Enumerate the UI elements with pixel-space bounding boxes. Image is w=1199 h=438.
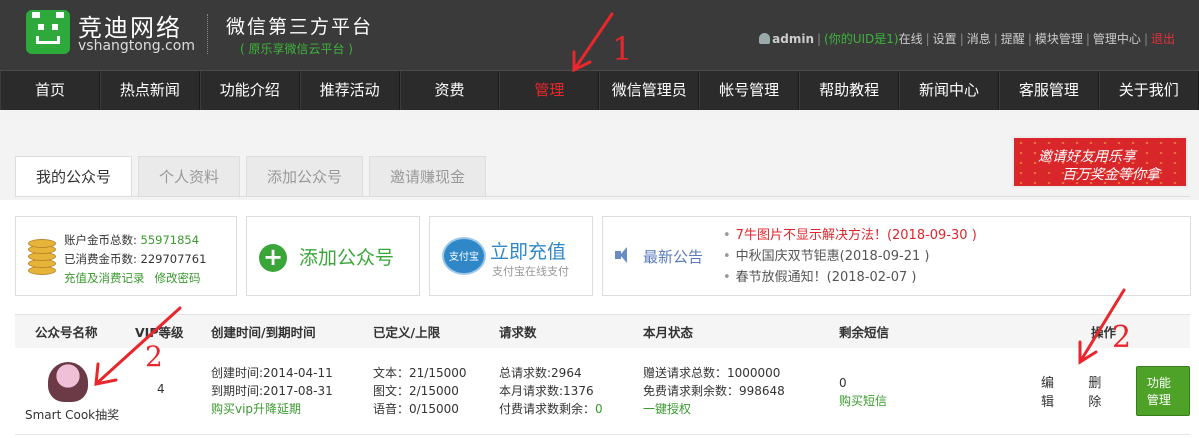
nav-features[interactable]: 功能介绍 [199,71,300,110]
alipay-icon: 支付宝 [442,237,486,275]
top-link-settings[interactable]: 设置 [933,32,957,46]
annotation-1: 1 [612,30,633,68]
month-requests: 本月请求数:1376 [499,384,594,398]
annotation-2a: 2 [145,340,163,373]
uid-text: (你的UID是1) [824,32,899,46]
recharge-subtitle: 支付宝在线支付 [492,265,569,278]
top-links: admin | (你的UID是1)在线 | 设置 | 消息 | 提醒 | 模块管理 | 管理中心 | 退出 [759,30,1175,47]
coins-spent: 229707761 [140,252,207,266]
add-account-card[interactable]: + 添加公众号 [246,216,420,296]
top-link-messages[interactable]: 消息 [967,32,991,46]
site-header: 竞迪网络 vshangtong.com 微信第三方平台 ( 原乐享微信云平台 )… [0,0,1199,70]
invite-banner[interactable]: 邀请好友用乐享 百万奖金等你拿 [1012,136,1188,188]
nav-home[interactable]: 首页 [0,71,100,110]
paid-remaining: 0 [595,402,603,416]
coins-card: 账户金币总数: 55971854 已消费金币数: 229707761 充值及消费… [15,216,237,296]
tabs-divider [15,196,1190,197]
recharge-history-link[interactable]: 充值及消费记录 [64,271,145,285]
col-month-status: 本月状态 [643,325,694,340]
buy-vip-link[interactable]: 购买vip升降延期 [211,400,367,418]
nav-manage[interactable]: 管理 [499,71,600,110]
tab-profile[interactable]: 个人资料 [138,156,241,196]
logo-icon[interactable] [26,10,70,54]
table-row: Smart Cook抽奖 4 创建时间:2014-04-11 到期时间:2017… [15,348,1190,435]
account-tabs: 我的公众号 个人资料 添加公众号 邀请赚现金 [15,156,492,196]
buy-sms-link[interactable]: 购买短信 [839,392,931,410]
main-nav: 首页 热点新闻 功能介绍 推荐活动 资费 管理 微信管理员 帐号管理 帮助教程 … [0,70,1199,110]
nav-wechat-admin[interactable]: 微信管理员 [599,71,700,110]
voice-count: 语音：0/15000 [373,402,459,416]
news-title: 最新公告 [643,248,704,266]
table-header: 公众号名称 VIP等级 创建时间/到期时间 已定义/上限 请求数 本月状态 剩余… [15,314,1190,348]
top-link-online[interactable]: 在线 [899,32,923,46]
created-date: 创建时间:2014-04-11 [211,366,333,380]
annotation-2b: 2 [1112,320,1132,355]
header-divider [207,14,208,54]
image-count: 图文：2/15000 [373,384,459,398]
col-actions: 操作 [1091,325,1117,340]
nav-pricing[interactable]: 资费 [399,71,500,110]
top-link-admin-center[interactable]: 管理中心 [1093,32,1141,46]
coins-total: 55971854 [140,233,200,247]
speaker-icon [615,247,631,263]
tab-invite[interactable]: 邀请赚现金 [369,156,487,196]
recharge-card[interactable]: 支付宝 立即充值 支付宝在线支付 [429,216,593,296]
news-item[interactable]: 中秋国庆双节钜惠(2018-09-21 ) [723,246,977,267]
expire-date: 到期时间:2017-08-31 [211,384,333,398]
nav-hot-news[interactable]: 热点新闻 [99,71,200,110]
add-account-label: 添加公众号 [299,247,395,269]
coin-stack-icon [28,239,56,275]
account-name: Smart Cook抽奖 [25,408,120,422]
one-click-auth-link[interactable]: 一键授权 [643,400,833,418]
col-name: 公众号名称 [35,325,98,340]
edit-link[interactable]: 编辑 [1041,372,1058,410]
delete-link[interactable]: 删除 [1088,372,1105,410]
recharge-title: 立即充值 [490,241,567,263]
coins-total-label: 账户金币总数: [64,233,137,247]
nav-help[interactable]: 帮助教程 [799,71,900,110]
banner-line1: 邀请好友用乐享 [1038,149,1136,165]
username-link[interactable]: admin [772,32,814,46]
news-card: 最新公告 7牛图片不显示解决方法！(2018-09-30 ) 中秋国庆双节钜惠(… [602,216,1191,296]
tab-my-accounts[interactable]: 我的公众号 [15,156,133,196]
news-item[interactable]: 7牛图片不显示解决方法！(2018-09-30 ) [723,225,977,246]
gift-requests: 赠送请求总数：1000000 [643,366,781,380]
logout-link[interactable]: 退出 [1151,32,1175,46]
free-remaining: 免费请求剩余数：998648 [643,384,785,398]
text-count: 文本：21/15000 [373,366,467,380]
change-password-link[interactable]: 修改密码 [155,271,201,285]
accounts-table: 公众号名称 VIP等级 创建时间/到期时间 已定义/上限 请求数 本月状态 剩余… [15,314,1190,435]
top-link-reminders[interactable]: 提醒 [1001,32,1025,46]
col-sms: 剩余短信 [839,325,890,340]
tab-add-account[interactable]: 添加公众号 [246,156,364,196]
nav-about[interactable]: 关于我们 [1098,71,1199,110]
nav-activities[interactable]: 推荐活动 [299,71,400,110]
nav-support[interactable]: 客服管理 [998,71,1099,110]
subtagline: ( 原乐享微信云平台 ) [240,42,353,56]
top-link-modules[interactable]: 模块管理 [1035,32,1083,46]
col-requests: 请求数 [499,325,537,340]
total-requests: 总请求数:2964 [499,366,582,380]
sms-count: 0 [839,376,847,390]
brand-domain: vshangtong.com [78,38,195,54]
col-limits: 已定义/上限 [373,325,441,340]
news-item[interactable]: 春节放假通知！(2018-02-07 ) [723,267,977,288]
nav-account-manage[interactable]: 帐号管理 [699,71,800,110]
coins-spent-label: 已消费金币数: [64,252,137,266]
banner-line2: 百万奖金等你拿 [1062,167,1160,183]
col-dates: 创建时间/到期时间 [211,325,316,340]
tagline: 微信第三方平台 [226,16,374,38]
user-icon [759,33,771,44]
plus-icon: + [259,244,287,272]
vip-level: 4 [157,382,165,396]
function-manage-button[interactable]: 功能管理 [1135,366,1190,416]
col-vip: VIP等级 [135,325,184,340]
account-avatar[interactable] [48,362,88,402]
paid-remaining-label: 付费请求数剩余： [499,402,596,416]
nav-news-center[interactable]: 新闻中心 [899,71,999,110]
